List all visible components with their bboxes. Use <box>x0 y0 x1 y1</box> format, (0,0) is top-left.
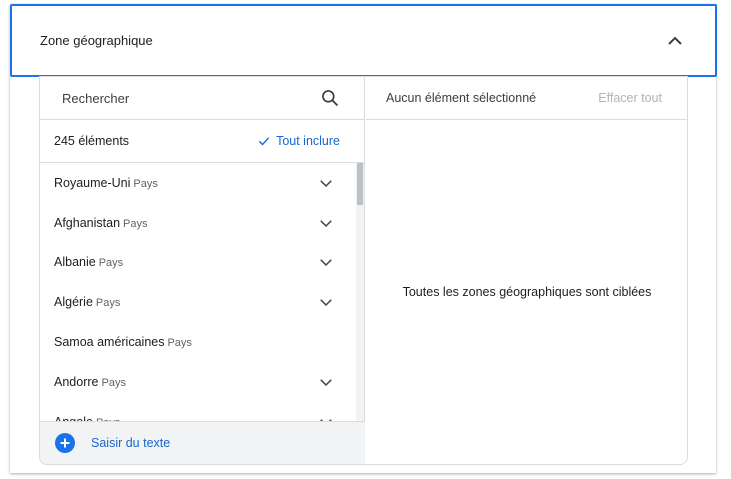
location-name: Algérie <box>54 295 93 310</box>
chevron-down-icon[interactable] <box>317 253 335 271</box>
list-item[interactable]: Andorre Pays <box>40 362 365 402</box>
list-item[interactable]: AngolaPays <box>40 402 365 421</box>
location-name: Andorre <box>54 374 99 389</box>
location-name: Albanie <box>54 255 96 270</box>
location-list: Royaume-Uni Pays Afghanistan Pays Albanie Pay… <box>40 163 365 421</box>
list-item-label: Andorre Pays <box>54 373 126 391</box>
location-type: Pays <box>123 217 148 230</box>
location-picker-panel: 245 éléments Tout inclure Royaume-UniPay… <box>39 76 688 465</box>
add-circle-icon <box>55 433 75 453</box>
chevron-down-icon[interactable] <box>317 174 335 192</box>
location-type: Pays <box>95 297 121 310</box>
list-item-label: Samoa américaines Pays <box>54 333 192 351</box>
enter-text-button[interactable]: Saisir du texte <box>40 421 365 464</box>
search-icon[interactable] <box>320 88 340 108</box>
scrollbar-thumb[interactable] <box>357 163 363 205</box>
location-type: Pays <box>167 337 192 350</box>
list-item-label: Royaume-Uni Pays <box>54 174 158 192</box>
available-locations-pane: 245 éléments Tout inclure Royaume-UniPay… <box>40 77 365 464</box>
list-item[interactable]: Samoa américaines Pays <box>40 322 365 362</box>
list-item[interactable]: Royaume-Uni Pays <box>40 163 365 203</box>
chevron-up-icon[interactable] <box>663 29 687 53</box>
chevron-down-icon[interactable] <box>317 373 335 391</box>
search-row <box>40 77 364 120</box>
chevron-down-icon[interactable] <box>317 214 335 232</box>
location-type: Pays <box>98 257 124 270</box>
include-all-label: Tout inclure <box>276 134 340 148</box>
location-name: Royaume-Uni <box>54 175 131 190</box>
list-item-label: Afghanistan Pays <box>54 214 148 232</box>
check-icon <box>258 137 270 146</box>
section-title: Zone géographique <box>40 33 153 48</box>
chevron-down-icon[interactable] <box>317 413 335 421</box>
list-item-label: AngolaPays <box>54 413 120 421</box>
selected-locations-pane: Aucun élément sélectionné Effacer tout T… <box>366 77 687 464</box>
chevron-down-icon[interactable] <box>317 293 335 311</box>
search-input[interactable] <box>62 90 302 106</box>
enter-text-label: Saisir du texte <box>91 436 171 450</box>
location-name: Samoa américaines <box>54 335 165 350</box>
list-item[interactable]: Afghanistan Pays <box>40 203 365 243</box>
list-item-label: Albanie Pays <box>54 253 123 271</box>
location-name: Afghanistan <box>54 215 121 230</box>
list-item-label: Algérie Pays <box>54 293 120 311</box>
selection-header: Aucun élément sélectionné Effacer tout <box>366 77 687 120</box>
list-item[interactable]: Albanie Pays <box>40 243 365 283</box>
location-type: Pays <box>101 376 126 389</box>
item-count: 245 éléments <box>54 134 130 148</box>
empty-selection-message: Toutes les zones géographiques sont cibl… <box>402 285 652 299</box>
section-header[interactable]: Zone géographique <box>10 4 717 77</box>
location-type: Pays <box>133 177 158 190</box>
include-all-button[interactable]: Tout inclure <box>257 134 340 148</box>
list-item[interactable]: Algérie Pays <box>40 282 365 322</box>
count-row: 245 éléments Tout inclure <box>40 120 364 163</box>
selection-status: Aucun élément sélectionné <box>386 91 537 105</box>
clear-all-button[interactable]: Effacer tout <box>598 91 662 105</box>
